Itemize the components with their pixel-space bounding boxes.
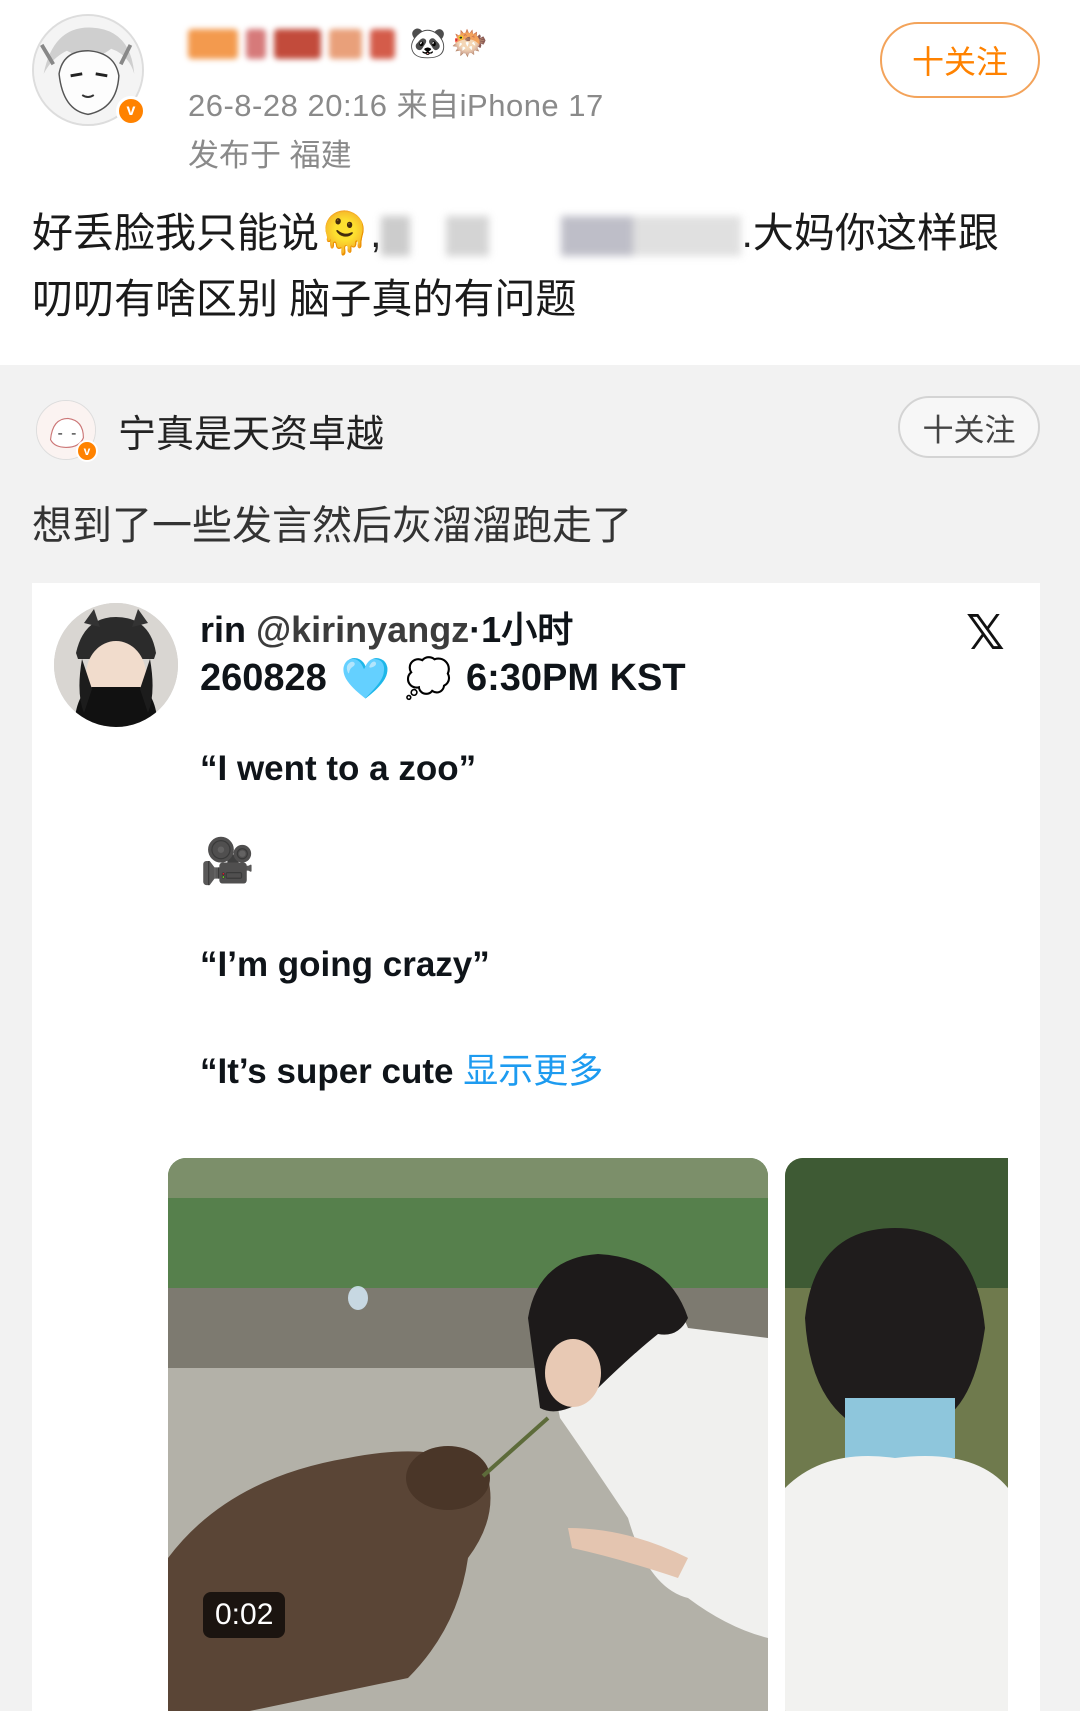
girl-back-view-image (785, 1158, 1008, 1711)
tweet-time-kst: 6:30PM KST (465, 657, 686, 699)
tweet-line-cute-text: “It’s super cute (200, 1052, 464, 1091)
light-blue-heart-icon: 🩵 (340, 657, 391, 701)
tweet-time: ·1小时 (469, 609, 574, 650)
tweet-header: rin @kirinyangz·1小时 (200, 601, 573, 653)
post-text: 好丢脸我只能说🫠, .大妈你这样跟叨叨有啥区别 脑子真的有问题 (32, 200, 1032, 332)
redacted-text (381, 216, 742, 257)
melting-face-icon: 🫠 (319, 210, 371, 256)
verified-badge-icon: v (76, 440, 98, 462)
x-logo-icon: 𝕏 (966, 605, 1005, 661)
redacted-block (245, 29, 267, 59)
movie-camera-icon: 🎥 (200, 837, 255, 886)
redacted-block (188, 29, 238, 59)
thought-balloon-icon: 💭 (404, 657, 452, 700)
author-avatar[interactable]: v (32, 14, 150, 132)
tweet-photo-thumbnail[interactable] (785, 1158, 1008, 1711)
tweet-first-line: 260828 🩵 💭 6:30PM KST (200, 655, 686, 702)
tweet-line-cute: “It’s super cute 显示更多 (200, 1043, 603, 1094)
redacted-block (274, 29, 321, 59)
tweet-author-handle: @kirinyangz (256, 609, 470, 650)
tweet-date-code: 260828 (200, 657, 327, 699)
repost-text: 想到了一些发言然后灰溜溜跑走了 (32, 504, 632, 548)
username-redacted[interactable]: 🐼 🐡 (188, 22, 488, 66)
panda-icon: 🐼 (409, 27, 447, 60)
repost-follow-button[interactable]: 十关注 (898, 396, 1040, 458)
post-text-start: 好丢脸我只能说 (32, 210, 319, 256)
post-text-mid: , (370, 210, 382, 256)
post-meta: 26-8-28 20:16 来自iPhone 17 (188, 88, 604, 123)
post-location: 发布于 福建 (188, 138, 352, 173)
repost-author-avatar[interactable]: v (36, 400, 98, 462)
repost-author-name[interactable]: 宁真是天资卓越 (118, 403, 384, 458)
tweet-line-zoo: “I went to a zoo” (200, 749, 477, 788)
tweet-author-avatar (54, 603, 178, 727)
redacted-block (328, 29, 362, 59)
weibo-post: v 🐼 🐡 26-8-28 20:16 来自iPhone 17 发布于 福建 十… (0, 0, 1080, 365)
verified-badge-icon: v (116, 96, 146, 126)
video-duration: 0:02 (203, 1592, 286, 1638)
show-more-link[interactable]: 显示更多 (463, 1052, 603, 1091)
follow-button[interactable]: 十关注 (880, 22, 1040, 98)
redacted-block (369, 29, 396, 59)
tweet-line-crazy: “I’m going crazy” (200, 945, 490, 984)
tweet-author-name: rin (200, 609, 247, 650)
profile-photo (54, 603, 178, 727)
pufferfish-icon: 🐡 (450, 27, 488, 60)
